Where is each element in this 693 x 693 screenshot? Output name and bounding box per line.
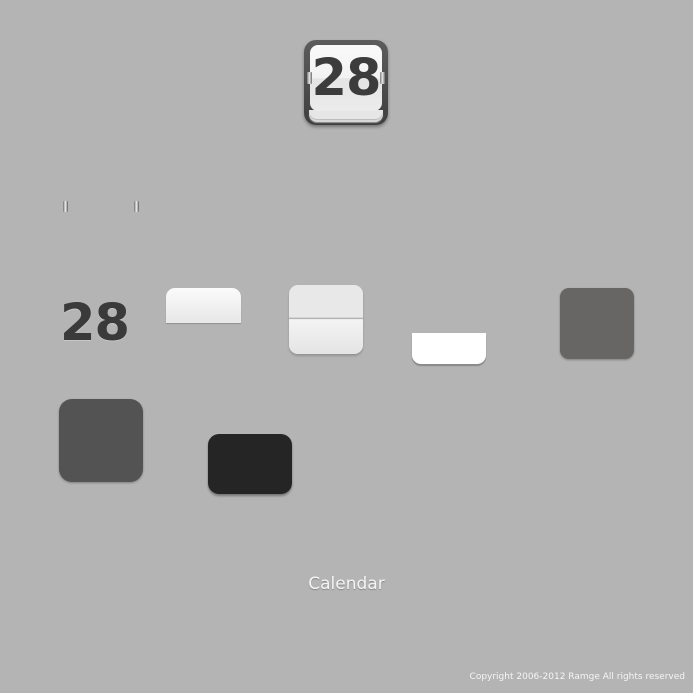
part-dark-tile bbox=[208, 434, 292, 494]
calendar-icon-hinge-left bbox=[307, 72, 312, 84]
calendar-icon-date-number: 28 bbox=[311, 49, 382, 108]
calendar-icon-hinge-right bbox=[380, 72, 385, 84]
part-date-number: 28 bbox=[60, 294, 130, 353]
icon-caption: Calendar bbox=[308, 574, 385, 594]
part-frame-tile bbox=[59, 399, 143, 482]
part-full-page bbox=[289, 285, 363, 354]
part-hinge-left bbox=[63, 201, 68, 212]
part-hinge-right bbox=[134, 201, 139, 212]
copyright-notice: Copyright 2006-2012 Ramge All rights res… bbox=[469, 672, 685, 682]
part-bottom-page bbox=[412, 333, 486, 364]
part-gray-tile bbox=[560, 288, 634, 359]
part-top-page bbox=[166, 288, 241, 323]
